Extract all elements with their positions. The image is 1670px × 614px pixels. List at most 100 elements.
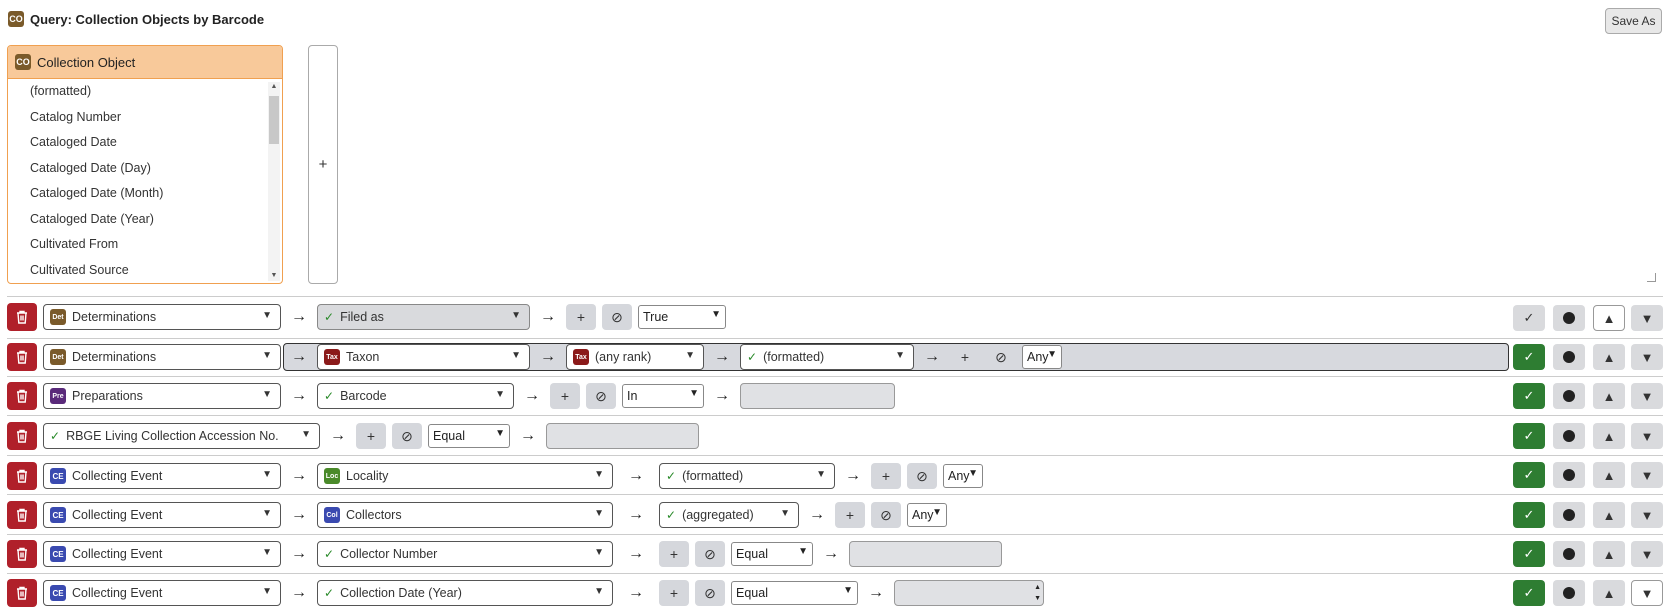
move-up-button[interactable]: ▲ bbox=[1593, 383, 1625, 409]
move-down-button[interactable]: ▼ bbox=[1631, 383, 1663, 409]
sort-button[interactable] bbox=[1553, 383, 1585, 409]
picker-header[interactable]: CO Collection Object bbox=[8, 46, 282, 79]
negate-icon[interactable]: ⊘ bbox=[871, 502, 901, 528]
move-down-button[interactable]: ▼ bbox=[1631, 462, 1663, 488]
picker-item[interactable]: Cataloged Date (Year) bbox=[8, 207, 266, 233]
move-down-button[interactable]: ▼ bbox=[1631, 344, 1663, 370]
picker-item[interactable]: Cataloged Date (Month) bbox=[8, 181, 266, 207]
add-button[interactable]: + bbox=[659, 580, 689, 606]
table-select[interactable]: CE Collecting Event ▼ bbox=[43, 502, 281, 528]
add-button[interactable]: + bbox=[550, 383, 580, 409]
show-toggle-button[interactable]: ✓ bbox=[1513, 344, 1545, 370]
delete-line-button[interactable] bbox=[7, 540, 37, 568]
value-input[interactable] bbox=[740, 383, 895, 409]
picker-item[interactable]: Cataloged Date (Day) bbox=[8, 156, 266, 182]
move-up-button[interactable]: ▲ bbox=[1593, 462, 1625, 488]
operator-select[interactable]: In ▼ bbox=[622, 384, 704, 408]
add-button[interactable]: + bbox=[950, 344, 980, 370]
move-down-button[interactable]: ▼ bbox=[1631, 502, 1663, 528]
scroll-down-icon[interactable]: ▼ bbox=[268, 271, 280, 281]
picker-item[interactable]: Catalog Number bbox=[8, 105, 266, 131]
table-select[interactable]: CE Collecting Event ▼ bbox=[43, 580, 281, 606]
show-toggle-button[interactable]: ✓ bbox=[1513, 383, 1545, 409]
delete-line-button[interactable] bbox=[7, 303, 37, 331]
value-input[interactable] bbox=[849, 541, 1002, 567]
negate-icon[interactable]: ⊘ bbox=[986, 344, 1016, 370]
delete-line-button[interactable] bbox=[7, 462, 37, 490]
move-up-button[interactable]: ▲ bbox=[1593, 502, 1625, 528]
sort-button[interactable] bbox=[1553, 423, 1585, 449]
relationship-select[interactable]: Loc Locality ▼ bbox=[317, 463, 613, 489]
field-select[interactable]: ✓ (formatted) ▼ bbox=[659, 463, 835, 489]
field-select[interactable]: ✓ RBGE Living Collection Accession No. ▼ bbox=[43, 423, 320, 449]
move-up-button[interactable]: ▲ bbox=[1593, 344, 1625, 370]
relationship-select[interactable]: Col Collectors ▼ bbox=[317, 502, 613, 528]
negate-icon[interactable]: ⊘ bbox=[907, 463, 937, 489]
delete-line-button[interactable] bbox=[7, 501, 37, 529]
table-select[interactable]: Pre Preparations ▼ bbox=[43, 383, 281, 409]
operator-select[interactable]: Any ▼ bbox=[1022, 345, 1062, 369]
add-button[interactable]: + bbox=[835, 502, 865, 528]
add-field-button[interactable]: + bbox=[308, 45, 338, 284]
show-toggle-button[interactable]: ✓ bbox=[1513, 423, 1545, 449]
delete-line-button[interactable] bbox=[7, 343, 37, 371]
move-down-button[interactable]: ▼ bbox=[1631, 305, 1663, 331]
operator-select[interactable]: Equal ▼ bbox=[731, 581, 858, 605]
picker-item[interactable]: Cataloged Date bbox=[8, 130, 266, 156]
table-select[interactable]: CE Collecting Event ▼ bbox=[43, 463, 281, 489]
rank-select[interactable]: Tax (any rank) ▼ bbox=[566, 344, 704, 370]
scroll-thumb[interactable] bbox=[269, 96, 279, 144]
add-button[interactable]: + bbox=[566, 304, 596, 330]
show-toggle-button[interactable]: ✓ bbox=[1513, 462, 1545, 488]
delete-line-button[interactable] bbox=[7, 579, 37, 607]
move-up-button[interactable]: ▲ bbox=[1593, 541, 1625, 567]
move-up-button[interactable]: ▲ bbox=[1593, 580, 1625, 606]
sort-button[interactable] bbox=[1553, 580, 1585, 606]
operator-select[interactable]: Equal ▼ bbox=[428, 424, 510, 448]
move-down-button[interactable]: ▼ bbox=[1631, 541, 1663, 567]
picker-item[interactable]: Cultivated From bbox=[8, 232, 266, 258]
operator-select[interactable]: Any ▼ bbox=[943, 464, 983, 488]
sort-button[interactable] bbox=[1553, 502, 1585, 528]
table-select[interactable]: Det Determinations ▼ bbox=[43, 344, 281, 370]
field-select[interactable]: ✓ Collection Date (Year) ▼ bbox=[317, 580, 613, 606]
delete-line-button[interactable] bbox=[7, 422, 37, 450]
field-select[interactable]: ✓ (formatted) ▼ bbox=[740, 344, 914, 370]
negate-icon[interactable]: ⊘ bbox=[602, 304, 632, 330]
move-up-button[interactable]: ▲ bbox=[1593, 305, 1625, 331]
scroll-up-icon[interactable]: ▲ bbox=[268, 82, 280, 92]
sort-button[interactable] bbox=[1553, 344, 1585, 370]
value-input[interactable] bbox=[546, 423, 699, 449]
table-select[interactable]: CE Collecting Event ▼ bbox=[43, 541, 281, 567]
operator-select[interactable]: Equal ▼ bbox=[731, 542, 813, 566]
save-as-button[interactable]: Save As bbox=[1605, 8, 1662, 34]
sort-button[interactable] bbox=[1553, 462, 1585, 488]
show-toggle-button[interactable]: ✓ bbox=[1513, 305, 1545, 331]
negate-icon[interactable]: ⊘ bbox=[392, 423, 422, 449]
field-select[interactable]: ✓ Filed as ▼ bbox=[317, 304, 530, 330]
show-toggle-button[interactable]: ✓ bbox=[1513, 541, 1545, 567]
move-down-button[interactable]: ▼ bbox=[1631, 580, 1663, 606]
operator-select[interactable]: Any ▼ bbox=[907, 503, 947, 527]
operator-select[interactable]: True ▼ bbox=[638, 305, 726, 329]
picker-scrollbar[interactable]: ▲ ▼ bbox=[268, 82, 280, 281]
picker-item[interactable]: (formatted) bbox=[8, 79, 266, 105]
add-button[interactable]: + bbox=[356, 423, 386, 449]
sort-button[interactable] bbox=[1553, 541, 1585, 567]
negate-icon[interactable]: ⊘ bbox=[695, 541, 725, 567]
resize-handle-icon[interactable] bbox=[1647, 273, 1656, 282]
show-toggle-button[interactable]: ✓ bbox=[1513, 580, 1545, 606]
field-select[interactable]: ✓ Collector Number ▼ bbox=[317, 541, 613, 567]
relationship-select[interactable]: Tax Taxon ▼ bbox=[317, 344, 530, 370]
negate-icon[interactable]: ⊘ bbox=[695, 580, 725, 606]
field-select[interactable]: ✓ (aggregated) ▼ bbox=[659, 502, 799, 528]
show-toggle-button[interactable]: ✓ bbox=[1513, 502, 1545, 528]
spinner-icon[interactable]: ▲ ▼ bbox=[1034, 582, 1041, 604]
sort-button[interactable] bbox=[1553, 305, 1585, 331]
move-up-button[interactable]: ▲ bbox=[1593, 423, 1625, 449]
table-select[interactable]: Det Determinations ▼ bbox=[43, 304, 281, 330]
delete-line-button[interactable] bbox=[7, 382, 37, 410]
value-number-input[interactable]: ▲ ▼ bbox=[894, 580, 1044, 606]
add-button[interactable]: + bbox=[871, 463, 901, 489]
picker-item[interactable]: Cultivated Source bbox=[8, 258, 266, 284]
